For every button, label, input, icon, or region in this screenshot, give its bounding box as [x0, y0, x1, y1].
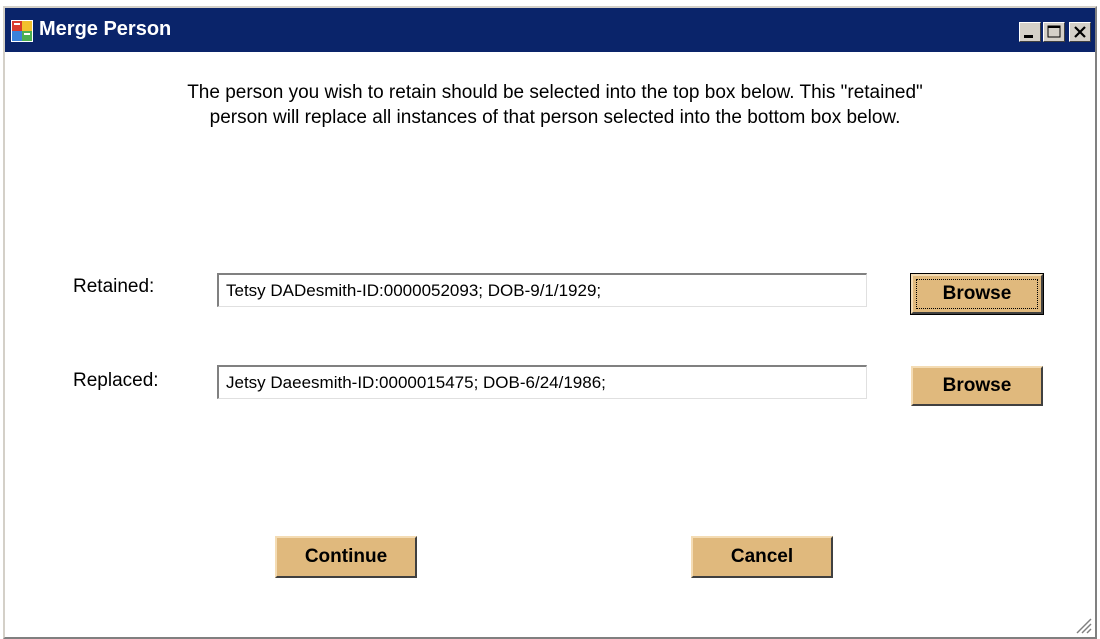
close-icon — [1074, 26, 1086, 38]
close-button[interactable] — [1069, 22, 1091, 42]
maximize-icon — [1047, 25, 1061, 38]
minimize-button[interactable] — [1019, 22, 1041, 42]
title-bar[interactable]: Merge Person — [5, 8, 1095, 52]
maximize-button[interactable] — [1043, 22, 1065, 42]
retained-browse-button[interactable]: Browse — [911, 274, 1043, 314]
replaced-browse-button[interactable]: Browse — [911, 366, 1043, 406]
replaced-label: Replaced: — [73, 370, 159, 391]
cancel-button[interactable]: Cancel — [691, 536, 833, 578]
merge-person-window: Merge Person The person you wish to reta… — [3, 6, 1097, 639]
minimize-icon — [1024, 35, 1033, 38]
instructions-line-2: person will replace all instances of tha… — [209, 107, 901, 128]
continue-button[interactable]: Continue — [275, 536, 417, 578]
resize-grip-icon[interactable] — [1073, 615, 1093, 635]
replaced-person-field[interactable] — [217, 365, 867, 399]
retained-person-field[interactable] — [217, 273, 867, 307]
window-title: Merge Person — [39, 18, 172, 40]
app-window-icon[interactable] — [11, 20, 33, 42]
retained-label: Retained: — [73, 276, 155, 297]
instructions-text: The person you wish to retain should be … — [45, 80, 1065, 130]
instructions-line-1: The person you wish to retain should be … — [187, 82, 923, 103]
